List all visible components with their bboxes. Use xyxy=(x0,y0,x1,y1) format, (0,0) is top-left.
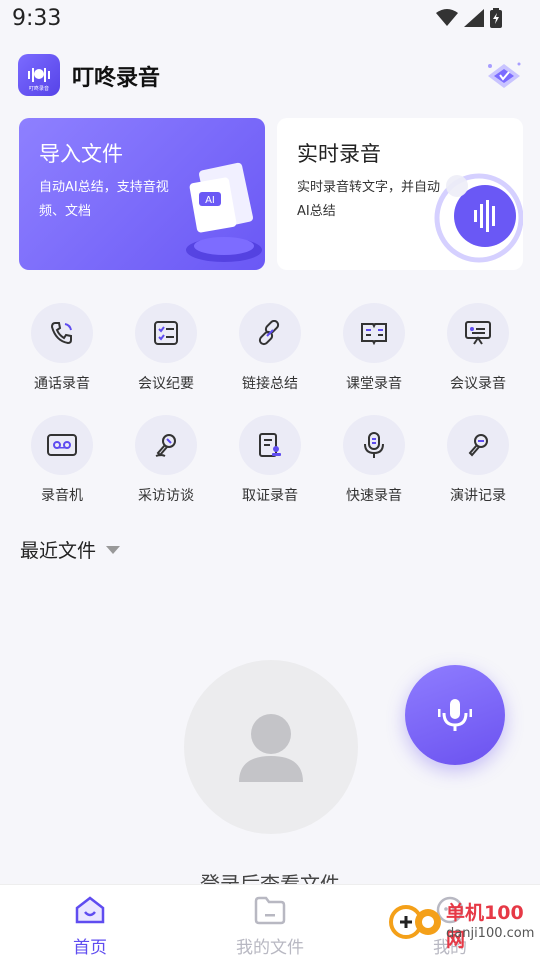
tool-label: 快速录音 xyxy=(346,488,402,504)
tab-my-files[interactable]: 我的文件 xyxy=(210,895,330,958)
cassette-icon xyxy=(31,415,93,475)
tool-speech-notes[interactable]: 演讲记录 xyxy=(426,415,530,505)
wifi-icon xyxy=(436,9,458,26)
tab-home-label: 首页 xyxy=(73,938,107,958)
checklist-icon xyxy=(135,303,197,363)
status-bar: 9:33 xyxy=(0,0,540,36)
vip-badge-icon[interactable] xyxy=(484,56,524,94)
tool-evidence-recording[interactable]: 取证录音 xyxy=(218,415,322,505)
tool-label: 会议录音 xyxy=(450,376,506,392)
home-icon xyxy=(75,896,105,924)
tool-label: 取证录音 xyxy=(242,488,298,504)
book-icon xyxy=(343,303,405,363)
app-logo: 叮咚录音 xyxy=(18,54,60,96)
recent-files-dropdown[interactable]: 最近文件 xyxy=(20,536,121,563)
tool-call-recording[interactable]: 通话录音 xyxy=(10,303,114,393)
tool-label: 课堂录音 xyxy=(346,376,402,392)
status-time: 9:33 xyxy=(12,6,62,31)
tool-label: 录音机 xyxy=(41,488,83,504)
import-card-title: 导入文件 xyxy=(39,142,123,166)
tool-label: 采访访谈 xyxy=(138,488,194,504)
tool-quick-recording[interactable]: 快速录音 xyxy=(322,415,426,505)
logo-caption: 叮咚录音 xyxy=(29,85,49,92)
recent-files-label: 最近文件 xyxy=(20,540,97,562)
battery-icon xyxy=(490,8,502,28)
live-wave-icon xyxy=(434,173,523,263)
live-record-card[interactable]: 实时录音 实时录音转文字，并自动AI总结 xyxy=(277,118,523,270)
user-placeholder-icon xyxy=(239,714,303,782)
mic-wave-icon xyxy=(438,699,472,731)
interview-mic-icon xyxy=(135,415,197,475)
tool-recorder[interactable]: 录音机 xyxy=(10,415,114,505)
record-mic-button[interactable] xyxy=(405,665,505,765)
live-card-desc: 实时录音转文字，并自动AI总结 xyxy=(297,180,441,219)
import-illustration-icon: AI xyxy=(186,162,262,262)
microphone-icon xyxy=(343,415,405,475)
tab-home[interactable]: 首页 xyxy=(30,895,150,958)
tool-interview[interactable]: 采访访谈 xyxy=(114,415,218,505)
tool-meeting-minutes[interactable]: 会议纪要 xyxy=(114,303,218,393)
tool-label: 通话录音 xyxy=(34,376,90,392)
tool-label: 链接总结 xyxy=(242,376,298,392)
presentation-icon xyxy=(447,303,509,363)
phone-call-icon xyxy=(31,303,93,363)
tool-link-summary[interactable]: 链接总结 xyxy=(218,303,322,393)
document-stamp-icon xyxy=(239,415,301,475)
import-art-label: AI xyxy=(205,195,215,206)
tab-my-files-label: 我的文件 xyxy=(236,938,304,958)
watermark-text: 单机100网 xyxy=(446,902,524,951)
app-name: 叮咚录音 xyxy=(72,66,161,91)
watermark-logo-icon xyxy=(389,905,441,939)
live-card-title: 实时录音 xyxy=(297,142,381,166)
watermark-url: danji100.com xyxy=(446,926,535,941)
tool-label: 会议纪要 xyxy=(138,376,194,392)
signal-icon xyxy=(464,9,484,27)
import-card-desc: 自动AI总结，支持音视频、文档 xyxy=(39,180,169,219)
logo-wave-icon: 叮咚录音 xyxy=(28,68,50,92)
status-icons xyxy=(436,8,502,28)
folder-icon xyxy=(254,896,286,925)
tool-class-recording[interactable]: 课堂录音 xyxy=(322,303,426,393)
tool-meeting-recording[interactable]: 会议录音 xyxy=(426,303,530,393)
site-watermark: 单机100网 danji100.com xyxy=(388,890,538,960)
link-icon xyxy=(239,303,301,363)
speech-mic-icon xyxy=(447,415,509,475)
import-file-card[interactable]: 导入文件 自动AI总结，支持音视频、文档 AI xyxy=(19,118,265,270)
empty-avatar xyxy=(184,660,358,834)
app-header: 叮咚录音 叮咚录音 xyxy=(0,50,540,100)
caret-down-icon xyxy=(106,545,121,554)
tool-label: 演讲记录 xyxy=(450,488,506,504)
